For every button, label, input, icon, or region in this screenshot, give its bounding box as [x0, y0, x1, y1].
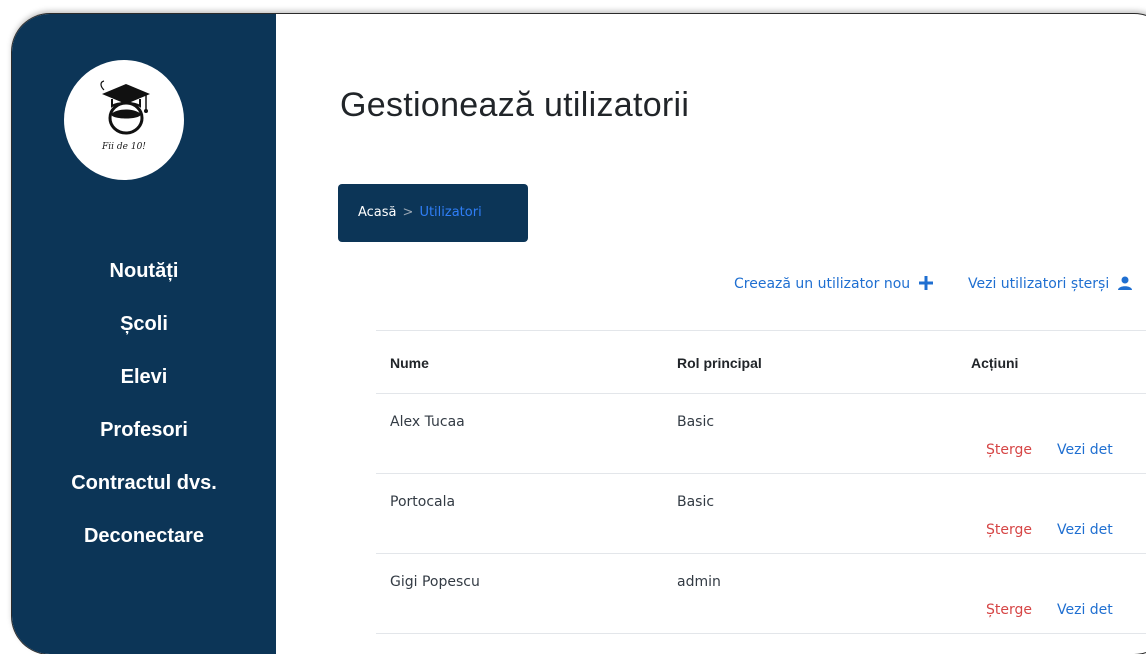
table-actions: Creează un utilizator nou Vezi utilizato…: [276, 276, 1146, 300]
user-role: admin: [677, 574, 721, 590]
plus-icon: [918, 276, 933, 290]
delete-user-button[interactable]: Șterge: [986, 522, 1032, 538]
sidebar-item-elevi[interactable]: Elevi: [12, 357, 276, 410]
user-role: Basic: [677, 414, 715, 430]
graduation-cap-icon: [100, 80, 150, 135]
page-title: Gestionează utilizatorii: [340, 86, 690, 124]
breadcrumb-current: Utilizatori: [419, 205, 482, 220]
sidebar-item-contract[interactable]: Contractul dvs.: [12, 463, 276, 516]
sidebar-nav: Noutăți Școli Elevi Profesori Contractul…: [12, 251, 276, 569]
table-row: Portocala Basic Șterge Vezi det: [376, 474, 1146, 553]
view-details-link[interactable]: Vezi det: [1057, 522, 1113, 538]
sidebar-item-logout[interactable]: Deconectare: [12, 516, 276, 569]
user-role: Basic: [677, 494, 715, 510]
deleted-users-link[interactable]: Vezi utilizatori șterși: [968, 276, 1132, 292]
logo[interactable]: Fii de 10!: [64, 60, 184, 180]
column-header-role: Rol principal: [677, 355, 762, 371]
user-icon: [1117, 276, 1132, 290]
sidebar-item-scoli[interactable]: Școli: [12, 304, 276, 357]
breadcrumb-separator: >: [402, 205, 414, 220]
table-row: Alex Tucaa Basic Șterge Vezi det: [376, 394, 1146, 473]
table-row: Gigi Popescu admin Șterge Vezi det: [376, 554, 1146, 633]
breadcrumb: Acasă > Utilizatori: [338, 184, 528, 242]
main-content: Gestionează utilizatorii Acasă > Utilizato…: [276, 14, 1146, 654]
deleted-users-label: Vezi utilizatori șterși: [968, 276, 1110, 292]
user-name: Gigi Popescu: [390, 574, 480, 590]
view-details-link[interactable]: Vezi det: [1057, 602, 1113, 618]
delete-user-button[interactable]: Șterge: [986, 442, 1032, 458]
breadcrumb-home-link[interactable]: Acasă: [358, 205, 397, 220]
user-name: Portocala: [390, 494, 456, 510]
user-name: Alex Tucaa: [390, 414, 465, 430]
sidebar-item-profesori[interactable]: Profesori: [12, 410, 276, 463]
delete-user-button[interactable]: Șterge: [986, 602, 1032, 618]
sidebar: Fii de 10! Noutăți Școli Elevi Profesori…: [12, 14, 276, 654]
users-table: Nume Rol principal Acțiuni Alex Tucaa Ba…: [376, 330, 1146, 634]
column-header-actions: Acțiuni: [971, 355, 1019, 371]
logo-text: Fii de 10!: [102, 142, 146, 152]
create-user-label: Creează un utilizator nou: [734, 276, 911, 292]
sidebar-item-noutati[interactable]: Noutăți: [12, 251, 276, 304]
column-header-name: Nume: [390, 355, 429, 371]
table-divider: [376, 633, 1146, 634]
table-header-row: Nume Rol principal Acțiuni: [376, 331, 1146, 393]
app-window: Fii de 10! Noutăți Școli Elevi Profesori…: [12, 14, 1146, 654]
view-details-link[interactable]: Vezi det: [1057, 442, 1113, 458]
create-user-link[interactable]: Creează un utilizator nou: [734, 276, 933, 292]
